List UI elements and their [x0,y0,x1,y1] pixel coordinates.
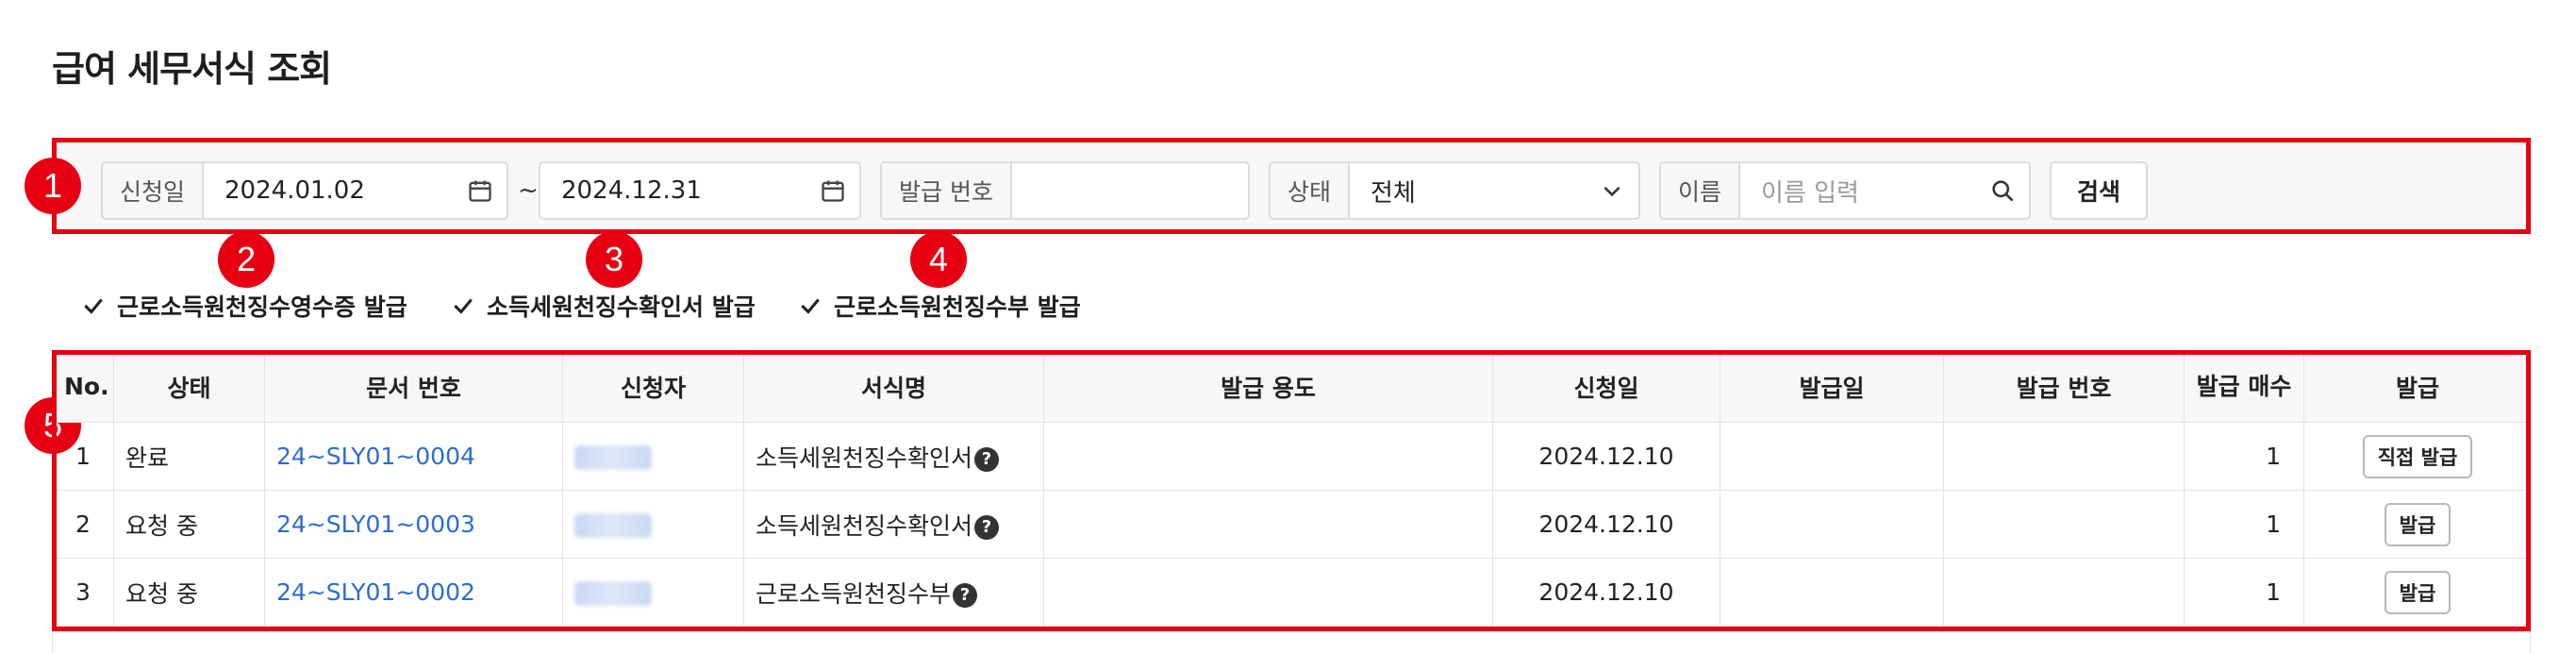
row-form-name: 근로소득원천징수부? [743,558,1044,627]
end-date-field[interactable]: 2024.12.31 [539,161,861,220]
name-search-field[interactable]: 이름 이름 입력 [1659,161,2031,220]
row-apply-date: 2024.12.10 [1492,558,1720,627]
row-purpose [1043,490,1493,559]
form-name-text: 소득세원천징수확인서 [756,444,973,472]
check-icon [801,298,820,314]
calendar-icon[interactable] [454,177,507,204]
col-status: 상태 [113,355,265,423]
col-applicant: 신청자 [562,355,744,423]
search-panel: 신청일 2024.01.02 ~ 2024.12.31 발급 번호 상태 전체 … [52,138,2531,234]
row-issue-no [1943,558,2185,627]
form-name-text: 근로소득원천징수부 [756,579,952,608]
form-name-text: 소득세원천징수확인서 [756,511,973,540]
row-count: 1 [2184,490,2304,559]
status-value[interactable]: 전체 [1350,174,1586,209]
action-label: 근로소득원천징수영수증 발급 [117,293,407,321]
help-icon[interactable]: ? [974,446,1000,472]
issue-number-label: 발급 번호 [882,163,1012,218]
redacted-name [574,513,652,538]
start-date-field[interactable]: 신청일 2024.01.02 [101,161,508,220]
row-count: 1 [2184,558,2304,627]
table-bottom-edge [52,631,2531,653]
calendar-icon[interactable] [806,177,859,204]
doc-number-link[interactable]: 24~SLY01~0003 [264,490,563,559]
row-status: 요청 중 [113,558,265,627]
row-form-name: 소득세원천징수확인서? [743,490,1044,559]
row-applicant [562,558,744,627]
row-form-name: 소득세원천징수확인서? [743,422,1044,491]
table-row: 2 요청 중 24~SLY01~0003 소득세원천징수확인서? 2024.12… [57,490,2526,559]
row-purpose [1043,422,1493,491]
col-purpose: 발급 용도 [1043,355,1493,423]
search-button[interactable]: 검색 [2050,161,2148,220]
issue-earned-income-receipt-link[interactable]: 근로소득원천징수영수증 발급 [81,289,407,323]
row-action: 발급 [2303,490,2526,559]
annotation-marker-1: 1 [25,158,81,214]
row-no: 2 [57,490,114,559]
page-title: 급여 세무서식 조회 [52,48,332,90]
row-count: 1 [2184,422,2304,491]
row-no: 1 [57,422,114,491]
row-no: 3 [57,558,114,627]
redacted-name [574,581,652,606]
row-applicant [562,490,744,559]
table-header-row: No. 상태 문서 번호 신청자 서식명 발급 용도 신청일 발급일 발급 번호… [57,355,2526,423]
col-form-name: 서식명 [743,355,1044,423]
row-applicant [562,422,744,491]
row-status: 요청 중 [113,490,265,559]
action-label: 소득세원천징수확인서 발급 [487,293,756,321]
col-issue-no: 발급 번호 [1943,355,2185,423]
action-label: 근로소득원천징수부 발급 [834,293,1081,321]
help-icon[interactable]: ? [953,582,978,608]
redacted-name [574,445,652,470]
search-icon[interactable] [1976,177,2029,204]
table-row: 1 완료 24~SLY01~0004 소득세원천징수확인서? 2024.12.1… [57,422,2526,491]
row-action: 직접 발급 [2303,422,2526,491]
col-doc-no: 문서 번호 [264,355,563,423]
doc-number-link[interactable]: 24~SLY01~0004 [264,422,563,491]
row-status: 완료 [113,422,265,491]
start-date-value[interactable]: 2024.01.02 [204,176,454,205]
row-purpose [1043,558,1493,627]
check-icon [454,298,473,314]
col-no: No. [57,355,114,423]
chevron-down-icon[interactable] [1586,178,1638,203]
annotation-marker-3: 3 [586,231,642,288]
issue-button[interactable]: 발급 [2384,570,2451,614]
doc-number-link[interactable]: 24~SLY01~0002 [264,558,563,627]
issue-button[interactable]: 발급 [2384,502,2451,546]
direct-issue-button[interactable]: 직접 발급 [2362,434,2473,478]
date-separator: ~ [518,176,539,205]
table-row: 3 요청 중 24~SLY01~0002 근로소득원천징수부? 2024.12.… [57,558,2526,627]
issue-earned-income-ledger-link[interactable]: 근로소득원천징수부 발급 [798,289,1081,323]
row-issue-no [1943,490,2185,559]
annotation-marker-4: 4 [910,231,967,288]
col-issue-count: 발급 매수 [2184,355,2304,423]
annotation-marker-2: 2 [218,231,274,288]
name-label: 이름 [1661,163,1741,218]
issue-income-tax-certificate-link[interactable]: 소득세원천징수확인서 발급 [451,289,756,323]
check-icon [84,298,103,314]
col-apply-date: 신청일 [1492,355,1720,423]
results-table: No. 상태 문서 번호 신청자 서식명 발급 용도 신청일 발급일 발급 번호… [52,350,2531,631]
row-action: 발급 [2303,558,2526,627]
col-issue-action: 발급 [2303,355,2526,423]
col-issue-date: 발급일 [1720,355,1944,423]
status-label: 상태 [1271,163,1351,218]
help-icon[interactable]: ? [974,514,1000,540]
end-date-value[interactable]: 2024.12.31 [540,176,806,205]
row-apply-date: 2024.12.10 [1492,422,1720,491]
name-input[interactable]: 이름 입력 [1740,174,1976,209]
issue-number-field[interactable]: 발급 번호 [880,161,1250,220]
row-issue-no [1943,422,2185,491]
row-issue-date [1720,422,1944,491]
row-issue-date [1720,490,1944,559]
date-label: 신청일 [103,163,205,218]
status-select[interactable]: 상태 전체 [1269,161,1640,220]
row-issue-date [1720,558,1944,627]
row-apply-date: 2024.12.10 [1492,490,1720,559]
